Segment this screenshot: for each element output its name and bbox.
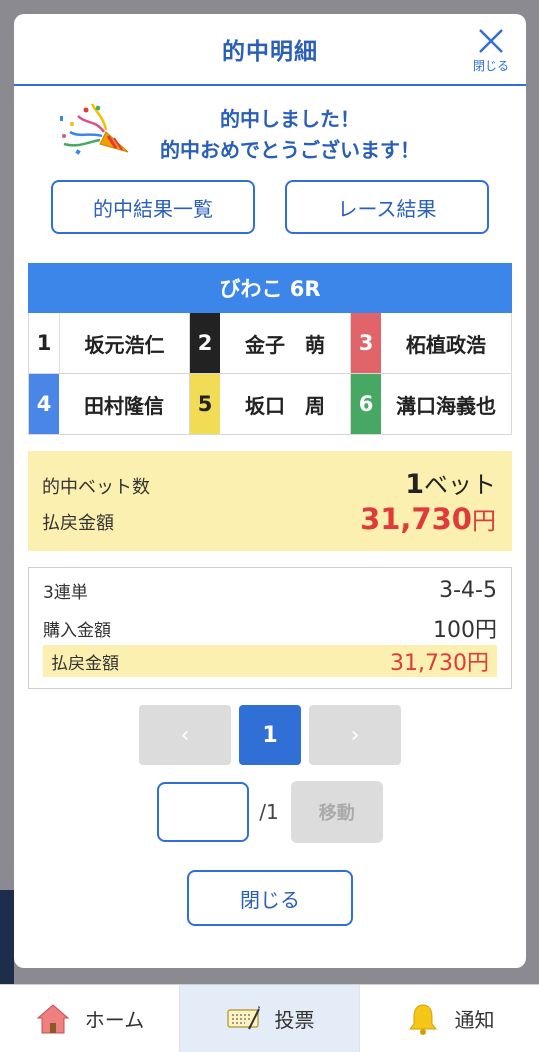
payout-row: 払戻金額 31,730円 (42, 501, 496, 536)
racer-2: 2 金子 萌 (190, 313, 351, 374)
tab-vote-label: 投票 (274, 1008, 315, 1032)
tab-notify[interactable]: 通知 (360, 985, 539, 1052)
racer-name-3: 柘植政浩 (406, 332, 486, 357)
page-number-input[interactable] (157, 782, 250, 842)
move-button[interactable]: 移動 (290, 781, 383, 843)
hit-detail-modal: 的中明細 閉じる 的中しました！ 的中おめでとうございます！ 的中結果一覧 レー… (14, 14, 526, 968)
purchase-amount: 100円 (433, 618, 497, 643)
bet-count-number: 1 (405, 469, 424, 500)
race-result-button[interactable]: レース結果 (285, 180, 489, 234)
modal-header: 的中明細 閉じる (14, 14, 526, 86)
bell-icon (408, 1003, 437, 1035)
tab-home[interactable]: ホーム (0, 985, 180, 1052)
action-buttons: 的中結果一覧 レース結果 (14, 180, 526, 234)
pagination: ‹ 1 › (14, 705, 526, 765)
payout-label: 払戻金額 (42, 513, 114, 534)
page-total: /1 (259, 800, 279, 824)
background-nav-strip (0, 890, 14, 984)
party-popper-icon (60, 103, 129, 155)
bet-count-label: 的中ベット数 (42, 477, 150, 498)
modal-title: 的中明細 (222, 39, 318, 65)
page-jump: /1 移動 (14, 781, 526, 843)
detail-payout-row: 払戻金額 31,730円 (43, 645, 497, 677)
payout-amount: 31,730円 (360, 501, 496, 536)
tab-home-label: ホーム (84, 1008, 145, 1032)
next-page-button[interactable]: › (309, 705, 401, 765)
payout-unit: 円 (472, 507, 496, 535)
bet-count-value: 1ベット (405, 465, 496, 500)
racer-4: 4 田村隆信 (29, 374, 190, 435)
bet-type: 3連単 (43, 583, 88, 603)
racer-3: 3 柘植政浩 (351, 313, 512, 374)
racer-1: 1 坂元浩仁 (29, 313, 190, 374)
congrats-message: 的中しました！ 的中おめでとうございます！ (124, 104, 456, 166)
tab-vote[interactable]: 投票 (180, 985, 360, 1052)
racer-grid: 1 坂元浩仁 2 金子 萌 3 柘植政浩 4 田村隆信 5 坂口 周 6 溝口海… (28, 313, 512, 435)
racer-6: 6 溝口海義也 (351, 374, 512, 435)
hit-list-button[interactable]: 的中結果一覧 (51, 180, 255, 234)
modal-close-button[interactable]: 閉じる (468, 26, 514, 76)
racer-5: 5 坂口 周 (190, 374, 351, 435)
racer-name-4: 田村隆信 (84, 393, 164, 418)
congrats-line-1: 的中しました！ (220, 107, 360, 131)
racer-name-5: 坂口 周 (245, 393, 325, 418)
purchase-label: 購入金額 (43, 620, 111, 641)
close-icon (479, 29, 503, 53)
lane-number-4: 4 (29, 374, 59, 434)
page-1-button[interactable]: 1 (239, 705, 301, 765)
bet-count-unit: ベット (424, 471, 496, 499)
racer-name-6: 溝口海義也 (396, 393, 496, 418)
hit-summary: 的中ベット数 1ベット 払戻金額 31,730円 (28, 451, 512, 551)
purchase-row: 購入金額 100円 (43, 612, 497, 644)
ticket-icon (226, 1005, 260, 1029)
racer-name-2: 金子 萌 (245, 332, 325, 357)
lane-number-2: 2 (190, 313, 220, 373)
lane-number-1: 1 (29, 313, 60, 373)
tab-notify-label: 通知 (454, 1008, 495, 1032)
bet-count-row: 的中ベット数 1ベット (42, 465, 496, 500)
home-icon (36, 1003, 70, 1033)
bet-type-row: 3連単 3-4-5 (43, 578, 497, 603)
lane-number-6: 6 (351, 374, 381, 434)
detail-payout-amount: 31,730円 (390, 651, 489, 676)
bet-combination: 3-4-5 (439, 578, 497, 603)
racer-name-1: 坂元浩仁 (84, 332, 165, 357)
congrats-section: 的中しました！ 的中おめでとうございます！ (14, 86, 526, 178)
bet-detail: 3連単 3-4-5 購入金額 100円 払戻金額 31,730円 (28, 567, 512, 689)
race-title: びわこ 6R (28, 263, 512, 313)
close-button[interactable]: 閉じる (187, 870, 353, 926)
prev-page-button[interactable]: ‹ (139, 705, 231, 765)
modal-close-label: 閉じる (472, 59, 509, 73)
bottom-tab-bar: ホーム 投票 通知 (0, 984, 539, 1052)
payout-number: 31,730 (360, 502, 472, 536)
lane-number-5: 5 (190, 374, 220, 434)
lane-number-3: 3 (351, 313, 381, 373)
detail-payout-label: 払戻金額 (51, 653, 119, 674)
congrats-line-2: 的中おめでとうございます！ (160, 138, 420, 162)
